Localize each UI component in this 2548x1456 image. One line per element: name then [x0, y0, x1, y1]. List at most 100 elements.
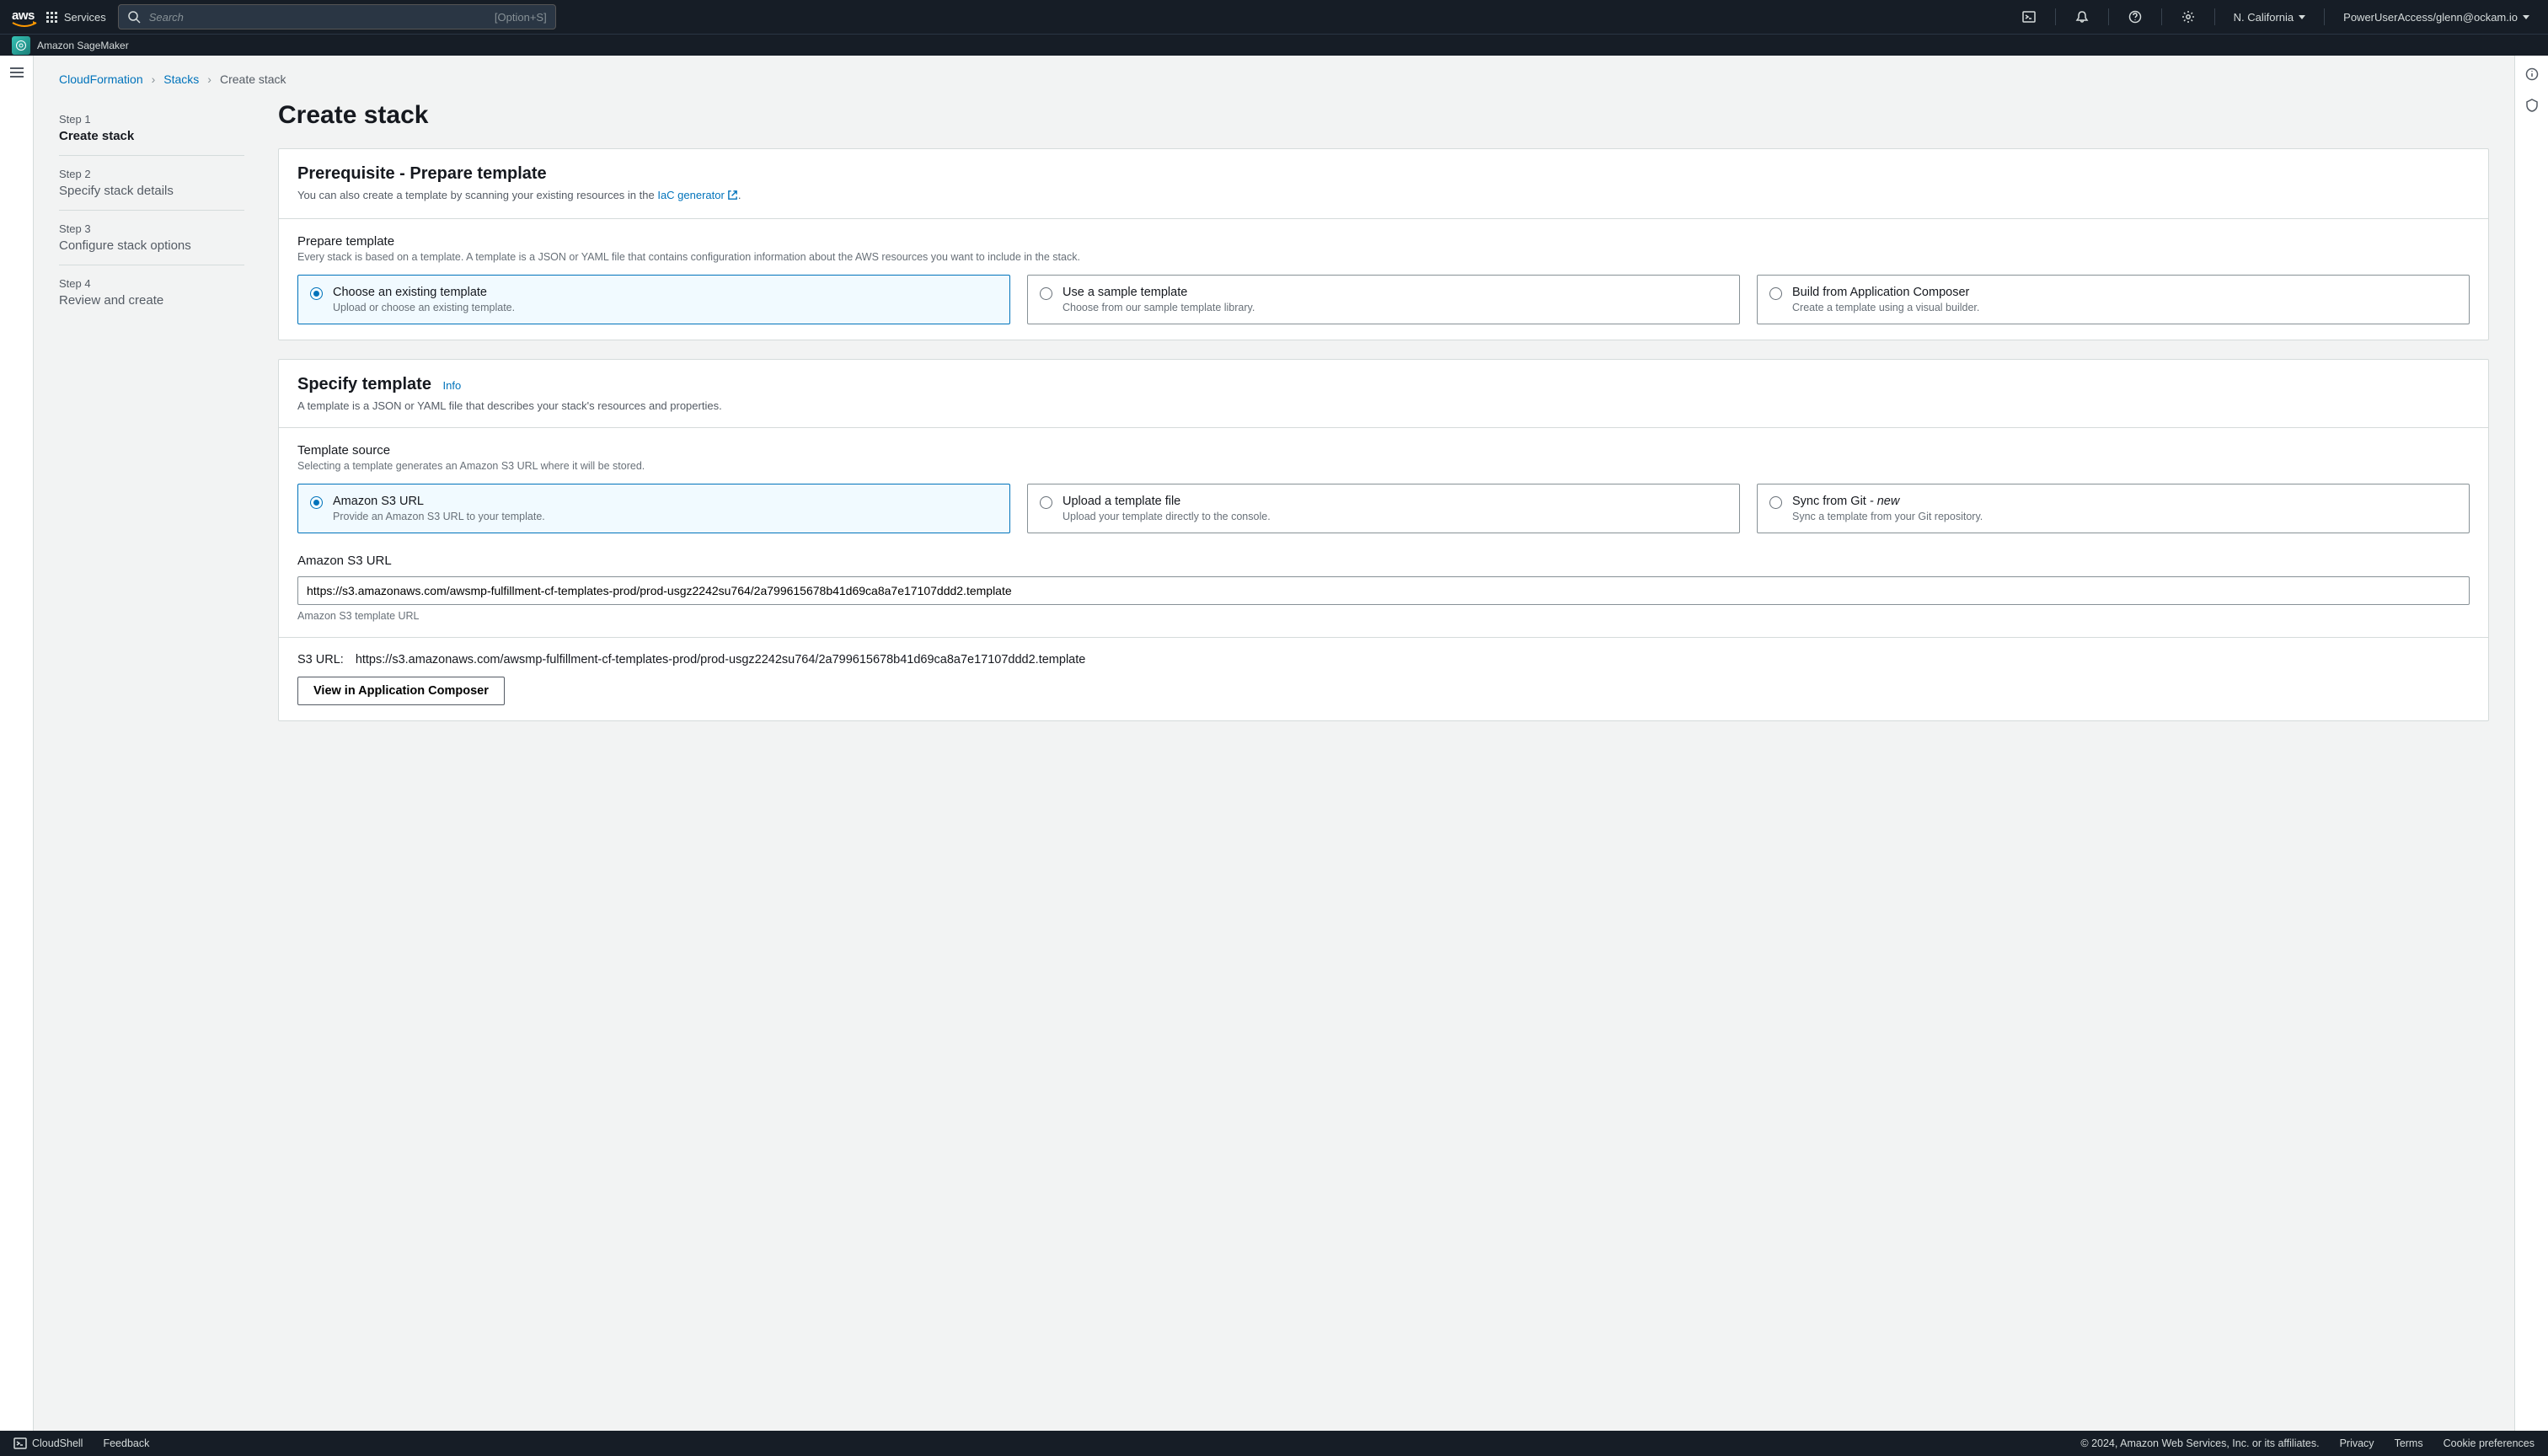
cloudshell-button[interactable]: CloudShell — [13, 1437, 83, 1450]
template-source-help: Selecting a template generates an Amazon… — [297, 460, 2470, 472]
specify-template-card: Specify template Info A template is a JS… — [278, 359, 2489, 721]
footer: CloudShell Feedback © 2024, Amazon Web S… — [0, 1431, 2548, 1456]
chevron-right-icon: › — [152, 72, 156, 86]
privacy-link[interactable]: Privacy — [2340, 1437, 2374, 1449]
radio-title: Upload a template file — [1063, 495, 1271, 508]
wizard-step-3[interactable]: Step 3 Configure stack options — [59, 211, 244, 265]
step-title: Create stack — [59, 129, 244, 143]
search-icon — [127, 10, 141, 24]
radio-desc: Provide an Amazon S3 URL to your templat… — [333, 511, 545, 522]
region-selector[interactable]: N. California — [2227, 11, 2313, 24]
diagnostic-icon[interactable] — [2525, 99, 2539, 115]
radio-desc: Upload your template directly to the con… — [1063, 511, 1271, 522]
s3-url-display: S3 URL: https://s3.amazonaws.com/awsmp-f… — [297, 653, 2470, 666]
s3-url-help: Amazon S3 template URL — [297, 610, 2470, 622]
cloudshell-icon[interactable] — [2015, 3, 2043, 31]
wizard-step-1: Step 1 Create stack — [59, 101, 244, 156]
template-source-label: Template source — [297, 443, 2470, 458]
search-shortcut: [Option+S] — [495, 11, 547, 24]
copyright: © 2024, Amazon Web Services, Inc. or its… — [2080, 1437, 2319, 1449]
radio-icon — [1769, 496, 1782, 509]
step-title: Specify stack details — [59, 184, 244, 198]
workspace: CloudFormation › Stacks › Create stack S… — [0, 56, 2548, 1431]
left-rail — [0, 56, 34, 1431]
grid-icon — [46, 12, 57, 23]
prerequisite-card: Prerequisite - Prepare template You can … — [278, 148, 2489, 340]
radio-desc: Sync a template from your Git repository… — [1792, 511, 1983, 522]
prepare-template-help: Every stack is based on a template. A te… — [297, 251, 2470, 263]
external-link-icon — [727, 190, 738, 203]
caret-down-icon — [2299, 15, 2305, 19]
menu-toggle[interactable] — [10, 67, 24, 78]
info-panel-icon[interactable] — [2525, 67, 2539, 83]
page-title: Create stack — [278, 101, 2489, 130]
prereq-sub: You can also create a template by scanni… — [297, 189, 2470, 203]
service-bar: Amazon SageMaker — [0, 34, 2548, 56]
region-label: N. California — [2234, 11, 2294, 24]
radio-desc: Choose from our sample template library. — [1063, 302, 1255, 313]
template-source-option-1[interactable]: Upload a template file Upload your templ… — [1027, 484, 1740, 533]
service-name[interactable]: Amazon SageMaker — [37, 40, 129, 51]
search-input[interactable]: Search [Option+S] — [118, 4, 556, 29]
chevron-right-icon: › — [207, 72, 211, 86]
content: CloudFormation › Stacks › Create stack S… — [34, 56, 2514, 1431]
step-num: Step 4 — [59, 277, 244, 290]
s3-url-label: Amazon S3 URL — [297, 554, 2470, 568]
search-placeholder: Search — [149, 11, 184, 24]
step-title: Configure stack options — [59, 238, 244, 253]
feedback-link[interactable]: Feedback — [103, 1437, 149, 1449]
help-icon[interactable] — [2121, 3, 2149, 31]
account-menu[interactable]: PowerUserAccess/glenn@ockam.io — [2337, 11, 2536, 24]
template-source-option-0[interactable]: Amazon S3 URL Provide an Amazon S3 URL t… — [297, 484, 1010, 533]
prepare-template-option-1[interactable]: Use a sample template Choose from our sa… — [1027, 275, 1740, 324]
services-menu[interactable]: Services — [46, 11, 106, 24]
radio-title: Sync from Git - new — [1792, 495, 1983, 508]
prereq-heading: Prerequisite - Prepare template — [297, 164, 2470, 184]
template-source-options: Amazon S3 URL Provide an Amazon S3 URL t… — [297, 484, 2470, 533]
wizard-step-2[interactable]: Step 2 Specify stack details — [59, 156, 244, 211]
prepare-template-label: Prepare template — [297, 234, 2470, 249]
settings-icon[interactable] — [2174, 3, 2203, 31]
services-label: Services — [64, 11, 106, 24]
s3-url-input[interactable] — [297, 576, 2470, 605]
radio-icon — [310, 496, 323, 509]
wizard-step-4[interactable]: Step 4 Review and create — [59, 265, 244, 319]
radio-icon — [1040, 287, 1052, 300]
wizard-steps: Step 1 Create stackStep 2 Specify stack … — [59, 101, 244, 740]
account-label: PowerUserAccess/glenn@ockam.io — [2343, 11, 2518, 24]
step-num: Step 1 — [59, 113, 244, 126]
prepare-template-option-0[interactable]: Choose an existing template Upload or ch… — [297, 275, 1010, 324]
radio-icon — [1769, 287, 1782, 300]
radio-icon — [1040, 496, 1052, 509]
iac-generator-link[interactable]: IaC generator — [657, 189, 738, 201]
s3-url-display-value: https://s3.amazonaws.com/awsmp-fulfillme… — [356, 653, 1086, 666]
notifications-icon[interactable] — [2068, 3, 2096, 31]
view-composer-button[interactable]: View in Application Composer — [297, 677, 505, 705]
radio-desc: Create a template using a visual builder… — [1792, 302, 1979, 313]
template-source-option-2[interactable]: Sync from Git - new Sync a template from… — [1757, 484, 2470, 533]
cookie-prefs-link[interactable]: Cookie preferences — [2444, 1437, 2535, 1449]
radio-desc: Upload or choose an existing template. — [333, 302, 515, 313]
top-nav: aws Services Search [Option+S] N. Califo… — [0, 0, 2548, 34]
step-title: Review and create — [59, 293, 244, 308]
aws-logo[interactable]: aws — [12, 8, 35, 26]
step-num: Step 3 — [59, 222, 244, 235]
terms-link[interactable]: Terms — [2395, 1437, 2423, 1449]
breadcrumb-stacks[interactable]: Stacks — [163, 72, 199, 86]
specify-sub: A template is a JSON or YAML file that d… — [297, 399, 2470, 412]
right-rail — [2514, 56, 2548, 1431]
prepare-template-options: Choose an existing template Upload or ch… — [297, 275, 2470, 324]
step-num: Step 2 — [59, 168, 244, 180]
s3-url-display-label: S3 URL: — [297, 653, 344, 666]
sagemaker-icon[interactable] — [12, 36, 30, 55]
radio-title: Choose an existing template — [333, 286, 515, 299]
radio-title: Use a sample template — [1063, 286, 1255, 299]
main-panel: Create stack Prerequisite - Prepare temp… — [278, 101, 2489, 740]
info-link[interactable]: Info — [443, 379, 462, 392]
caret-down-icon — [2523, 15, 2529, 19]
breadcrumb-cloudformation[interactable]: CloudFormation — [59, 72, 143, 86]
breadcrumb: CloudFormation › Stacks › Create stack — [59, 72, 2489, 86]
specify-heading: Specify template Info — [297, 375, 2470, 394]
prepare-template-option-2[interactable]: Build from Application Composer Create a… — [1757, 275, 2470, 324]
radio-title: Build from Application Composer — [1792, 286, 1979, 299]
